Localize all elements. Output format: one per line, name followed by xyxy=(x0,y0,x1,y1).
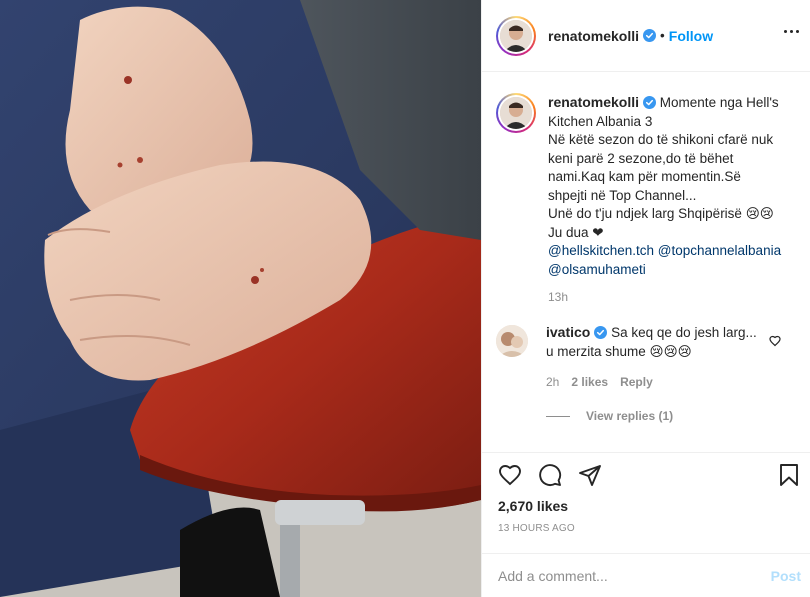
caption-line: shpejti në Top Channel... xyxy=(548,187,697,203)
caption-first-line: renatomekolli Momente nga Hell's xyxy=(548,93,801,113)
verified-badge-icon xyxy=(594,326,608,339)
comment-line: u merzita shume 😢😢😢 xyxy=(546,344,692,359)
comment-likes-link[interactable]: 2 likes xyxy=(571,373,608,392)
mention-link[interactable]: @hellskitchen.tch xyxy=(548,243,654,258)
heart-icon[interactable] xyxy=(498,463,522,487)
post-caption: renatomekolli Momente nga Hell's Kitchen… xyxy=(496,93,801,307)
comment-first-line: ivatico Sa keq qe do jesh larg... xyxy=(546,324,757,340)
paper-plane-icon[interactable] xyxy=(578,463,602,487)
caption-line: keni parë 2 sezone,do të bëhet xyxy=(548,150,734,166)
bookmark-button[interactable] xyxy=(777,463,801,487)
comment-timestamp[interactable]: 2h xyxy=(546,373,559,392)
caption-text: renatomekolli Momente nga Hell's Kitchen… xyxy=(548,93,801,307)
caption-author-avatar[interactable] xyxy=(496,93,536,133)
likes-count[interactable]: 2,670 likes xyxy=(498,498,568,514)
comment-like-heart-icon[interactable] xyxy=(769,335,781,347)
comment-icon[interactable] xyxy=(538,463,562,487)
post-photo-illustration xyxy=(0,0,481,597)
verified-badge-icon xyxy=(643,29,657,42)
comments-list[interactable]: renatomekolli Momente nga Hell's Kitchen… xyxy=(482,73,810,453)
view-replies-label[interactable]: View replies (1) xyxy=(586,409,673,423)
commenter-username[interactable]: ivatico xyxy=(546,324,590,340)
follow-button[interactable]: Follow xyxy=(669,28,713,44)
add-comment-form: Post xyxy=(482,553,810,597)
bookmark-icon[interactable] xyxy=(777,463,801,487)
post-timestamp[interactable]: 13 HOURS AGO xyxy=(498,523,575,534)
caption-avatar-image xyxy=(500,97,532,129)
post-actions: 2,670 likes 13 HOURS AGO Post xyxy=(482,452,810,597)
author-avatar[interactable] xyxy=(496,15,536,56)
post-side-panel: renatomekolli • Follow renatomekolli Mom… xyxy=(481,0,810,597)
caption-line: Në këtë sezon do të shikoni cfarë nuk xyxy=(548,132,774,147)
commenter-avatar[interactable] xyxy=(496,325,528,357)
caption-mentions-line: @hellskitchen.tch @topchannelalbania xyxy=(548,242,801,261)
caption-line: nami.Kaq kam për momentin.Së xyxy=(548,169,741,184)
caption-timestamp[interactable]: 13h xyxy=(548,288,801,307)
comment-text: ivatico Sa keq qe do jesh larg... u merz… xyxy=(546,323,766,392)
caption-line: Momente nga Hell's xyxy=(659,95,779,110)
header-separator: • xyxy=(660,28,665,43)
replies-divider xyxy=(546,415,570,417)
comment-line: Sa keq qe do jesh larg... xyxy=(611,325,757,340)
caption-line: Unë do t'ju ndjek larg Shqipërisë 😢😢 xyxy=(548,206,774,221)
post-photo[interactable] xyxy=(0,0,481,597)
comment-item: ivatico Sa keq qe do jesh larg... u merz… xyxy=(496,323,801,392)
more-options-icon[interactable] xyxy=(784,30,799,33)
comment-reply-button[interactable]: Reply xyxy=(620,373,653,392)
comment-meta: 2h 2 likes Reply xyxy=(546,373,766,392)
verified-badge-icon xyxy=(643,96,657,109)
mention-link[interactable]: @olsamuhameti xyxy=(548,262,646,277)
caption-author-username[interactable]: renatomekolli xyxy=(548,94,639,110)
post-action-icons xyxy=(498,463,602,487)
author-username[interactable]: renatomekolli xyxy=(548,28,639,44)
caption-line: Ju dua ❤ xyxy=(548,224,604,240)
comment-input[interactable] xyxy=(498,568,771,584)
view-replies-button[interactable]: View replies (1) xyxy=(546,409,673,423)
caption-mentions-line: @olsamuhameti xyxy=(548,261,801,280)
post-header: renatomekolli • Follow xyxy=(482,0,810,72)
caption-line: Kitchen Albania 3 xyxy=(548,113,653,129)
post-comment-button[interactable]: Post xyxy=(771,568,801,584)
mention-link[interactable]: @topchannelalbania xyxy=(658,243,781,258)
author-avatar-image xyxy=(500,19,532,52)
